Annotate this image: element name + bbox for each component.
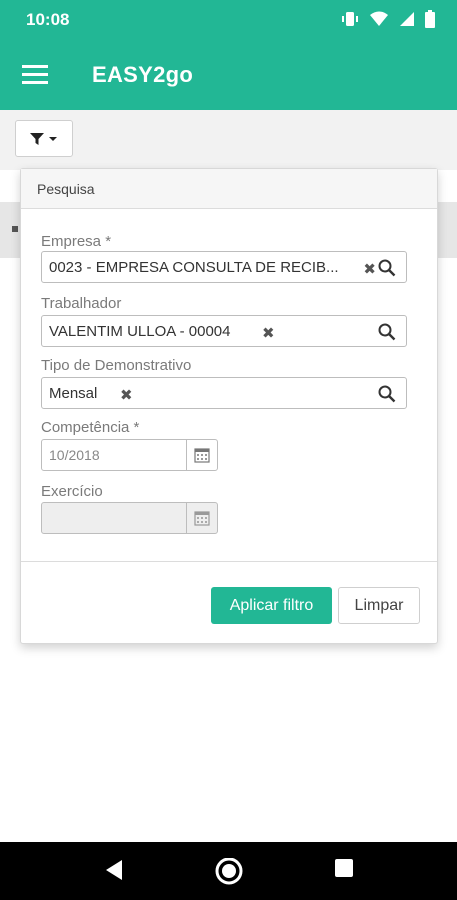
wifi-icon: [370, 11, 388, 26]
battery-icon: [425, 10, 435, 28]
status-icons: [341, 10, 435, 28]
filter-funnel-icon: [30, 132, 44, 145]
signal-icon: [400, 12, 414, 26]
clear-tipo-icon[interactable]: ✖: [120, 386, 133, 404]
competencia-field[interactable]: 10/2018: [41, 439, 218, 471]
vibrate-icon: [342, 12, 358, 26]
apply-filter-button[interactable]: Aplicar filtro: [211, 587, 332, 624]
search-icon[interactable]: [378, 385, 396, 403]
status-bar: 10:08: [0, 0, 457, 40]
exercicio-label: Exercício: [41, 483, 103, 500]
tipo-value: Mensal: [49, 385, 98, 402]
main-content: Pesquisa Empresa * 0023 - EMPRESA CONSUL…: [0, 110, 457, 842]
filter-panel: Pesquisa Empresa * 0023 - EMPRESA CONSUL…: [20, 168, 438, 644]
back-icon[interactable]: [104, 858, 124, 882]
clear-button[interactable]: Limpar: [338, 587, 420, 624]
panel-divider: [21, 561, 437, 562]
trabalhador-field[interactable]: VALENTIM ULLOA - 00004 ✖: [41, 315, 407, 347]
tipo-label: Tipo de Demonstrativo: [41, 357, 192, 374]
search-icon[interactable]: [378, 259, 396, 277]
recents-icon[interactable]: [334, 858, 354, 878]
row-marker: [12, 226, 18, 232]
empresa-value: 0023 - EMPRESA CONSULTA DE RECIB...: [49, 259, 339, 276]
trabalhador-value: VALENTIM ULLOA - 00004: [49, 323, 231, 340]
calendar-icon[interactable]: [186, 440, 217, 470]
clear-trabalhador-icon[interactable]: ✖: [262, 324, 275, 342]
panel-header: Pesquisa: [21, 169, 437, 209]
search-icon[interactable]: [378, 323, 396, 341]
system-nav-bar: [0, 842, 457, 900]
empresa-field[interactable]: 0023 - EMPRESA CONSULTA DE RECIB... ✖: [41, 251, 407, 283]
filter-toggle-button[interactable]: [15, 120, 73, 157]
app-title: EASY2go: [92, 62, 194, 87]
toolbar: [0, 110, 457, 170]
competencia-label: Competência *: [41, 419, 140, 436]
status-time: 10:08: [26, 10, 70, 29]
app-bar: EASY2go: [0, 40, 457, 110]
exercicio-field: [41, 502, 218, 534]
calendar-icon: [186, 503, 217, 533]
tipo-demonstrativo-field[interactable]: Mensal ✖: [41, 377, 407, 409]
clear-empresa-icon[interactable]: ✖: [363, 260, 376, 278]
caret-down-icon: [49, 136, 57, 141]
hamburger-menu-icon[interactable]: [22, 64, 50, 86]
home-icon[interactable]: [214, 858, 244, 888]
empresa-label: Empresa *: [41, 233, 112, 250]
competencia-value: 10/2018: [49, 447, 100, 463]
trabalhador-label: Trabalhador: [41, 295, 122, 312]
